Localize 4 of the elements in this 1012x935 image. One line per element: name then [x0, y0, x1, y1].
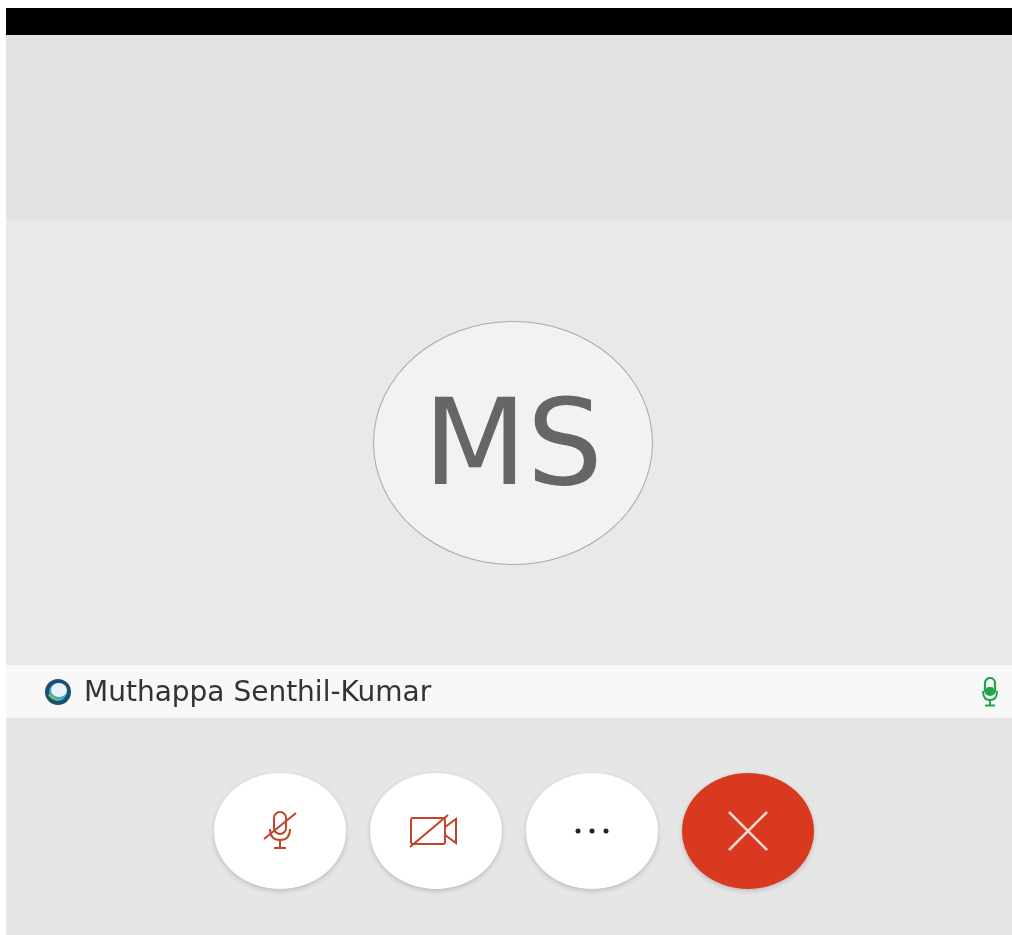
avatar-initials: MS	[373, 320, 653, 565]
close-icon	[726, 808, 770, 853]
app-logo-icon	[44, 677, 72, 706]
participant-name: Muthappa Senthil-Kumar	[84, 675, 433, 708]
